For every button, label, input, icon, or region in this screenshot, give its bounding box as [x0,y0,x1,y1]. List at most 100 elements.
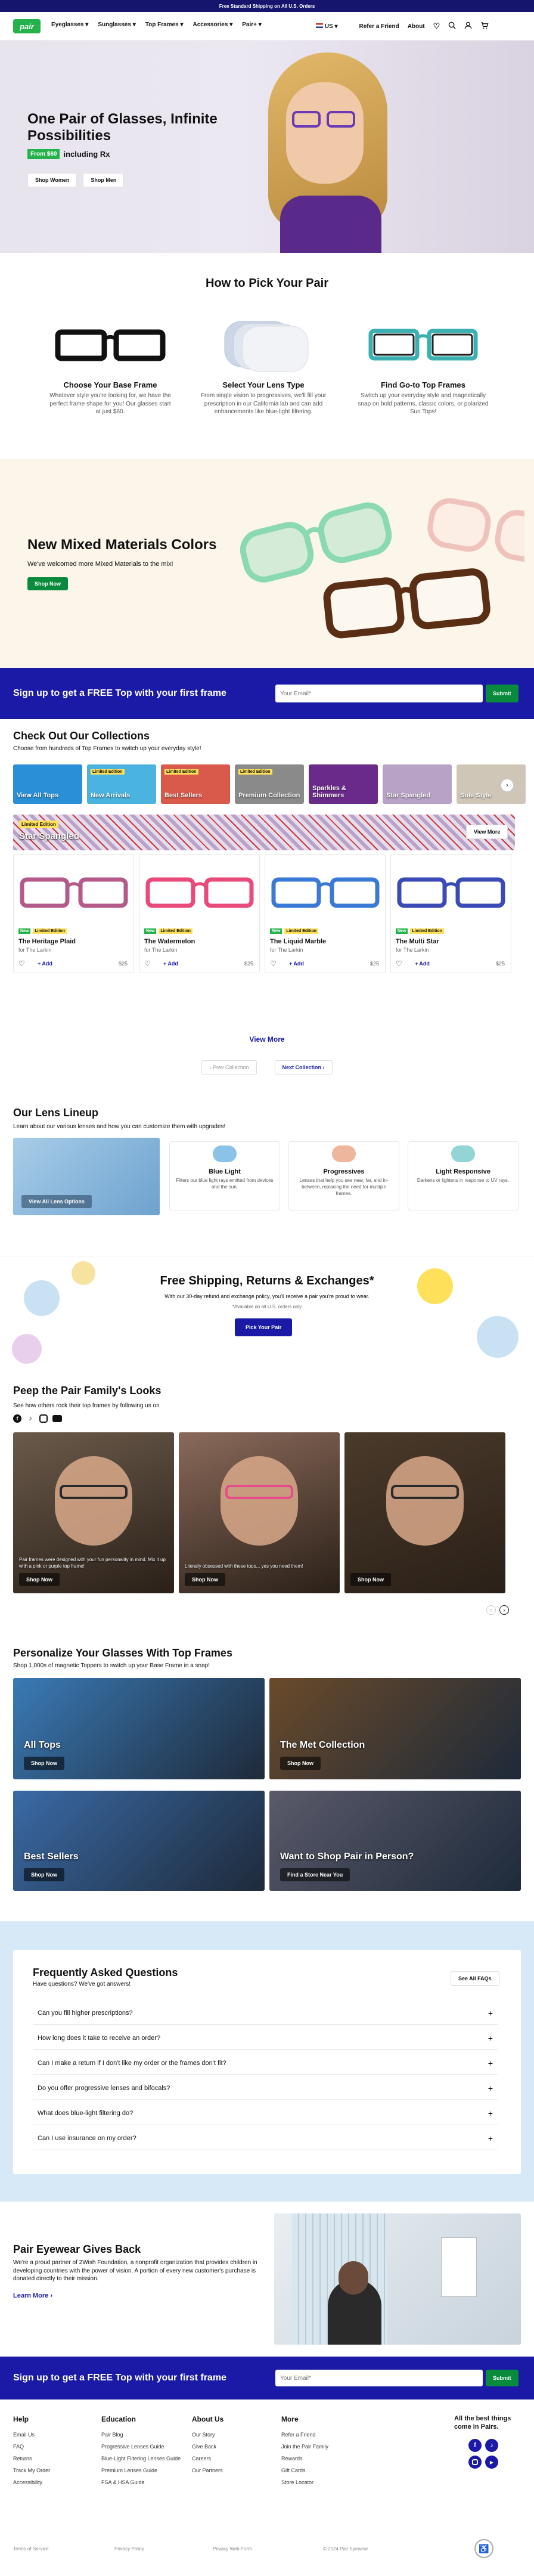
feature-view-more-button[interactable]: View More [466,825,508,839]
add-button[interactable]: + Add [415,961,430,967]
see-all-faqs-button[interactable]: See All FAQs [451,1971,499,1986]
next-collection-button[interactable]: Next Collection › [274,1060,333,1075]
prev-collection-button[interactable]: ‹ Prev Collection [201,1060,257,1075]
footer-link[interactable]: Pair Blog [101,2432,185,2438]
family-prev-arrow[interactable]: ‹ [486,1605,496,1615]
instagram-icon[interactable] [39,1414,48,1423]
collection-tile[interactable]: Sparkles & Shimmers [309,764,378,804]
nav-accessories[interactable]: Accessories ▾ [193,21,232,28]
youtube-icon[interactable] [52,1415,62,1422]
personalize-button[interactable]: Shop Now [280,1757,321,1770]
personalize-button[interactable]: Shop Now [24,1868,64,1881]
footer-link[interactable]: Premium Lenses Guide [101,2467,185,2473]
footer-link[interactable]: Give Back [192,2444,275,2450]
logo[interactable]: pair [13,19,41,33]
pick-your-pair-button[interactable]: Pick Your Pair [235,1318,293,1336]
learn-more-link[interactable]: Learn More › [13,2292,52,2299]
mixed-shop-button[interactable]: Shop Now [27,577,68,590]
heart-icon[interactable]: ♡ [433,21,440,31]
collection-tile[interactable]: Limited Edition Best Sellers [161,764,230,804]
accessibility-icon[interactable]: ♿ [474,2539,493,2558]
product-card[interactable]: New Limited Edition The Liquid Marble for T… [265,854,386,973]
family-card[interactable]: Literally obsessed with these tops... ye… [179,1432,340,1593]
personalize-button[interactable]: Find a Store Near You [280,1868,350,1881]
nav-sunglasses[interactable]: Sunglasses ▾ [98,21,135,28]
family-shop-button[interactable]: Shop Now [350,1573,391,1586]
nav-top-frames[interactable]: Top Frames ▾ [145,21,184,28]
privacy-link[interactable]: Privacy Policy [114,2546,213,2552]
nav-pair-plus[interactable]: Pair+ ▾ [242,21,262,28]
family-card[interactable]: Shop Now [344,1432,505,1593]
lens-card[interactable]: Progressives Lenses that help you see nea… [288,1141,399,1210]
nav-eyeglasses[interactable]: Eyeglasses ▾ [51,21,88,28]
submit-button[interactable]: Submit [486,685,519,702]
footer-link[interactable]: Track My Order [13,2467,97,2473]
collection-tile[interactable]: View All Tops [13,764,82,804]
footer-link[interactable]: Refer a Friend [281,2432,365,2438]
product-card[interactable]: New Limited Edition The Heritage Plaid for … [13,854,134,973]
footer-link[interactable]: Returns [13,2456,97,2462]
footer-link[interactable]: Our Story [192,2432,275,2438]
add-button[interactable]: + Add [38,961,52,967]
heart-icon[interactable]: ♡ [18,959,25,968]
footer-link[interactable]: Store Locator [281,2479,365,2485]
footer-link[interactable]: Join the Pair Family [281,2444,365,2450]
personalize-button[interactable]: Shop Now [24,1757,64,1770]
email-input[interactable] [275,685,483,702]
personalize-tile[interactable]: All Tops Shop Now [13,1678,265,1779]
faq-item[interactable]: Can I use insurance on my order? + [33,2126,498,2150]
view-all-lens-button[interactable]: View All Lens Options [21,1195,92,1208]
personalize-tile[interactable]: Want to Shop Pair in Person? Find a Store… [269,1791,521,1891]
facebook-icon[interactable]: f [468,2439,482,2452]
footer-link[interactable]: Gift Cards [281,2467,365,2473]
faq-item[interactable]: Can I make a return if I don't like my o… [33,2051,498,2075]
add-button[interactable]: + Add [289,961,304,967]
collection-tile[interactable]: Limited Edition Premium Collection [235,764,304,804]
lens-card[interactable]: Blue Light Filters our blue light rays em… [169,1141,280,1210]
footer-link[interactable]: FSA & HSA Guide [101,2479,185,2485]
tiktok-icon[interactable]: ♪ [26,1414,35,1423]
product-card[interactable]: New Limited Edition The Multi Star for The … [390,854,511,973]
family-card[interactable]: Pair frames were designed with your fun … [13,1432,174,1593]
region-selector[interactable]: US ▾ [316,23,338,30]
refer-link[interactable]: Refer a Friend [359,23,399,30]
collection-tile[interactable]: Star Spangled [383,764,452,804]
shop-women-button[interactable]: Shop Women [27,173,77,187]
footer-link[interactable]: Progressive Lenses Guide [101,2444,185,2450]
submit-button[interactable]: Submit [486,2370,519,2386]
faq-item[interactable]: What does blue-light filtering do? + [33,2101,498,2125]
youtube-icon[interactable]: ▶ [485,2456,498,2469]
shop-men-button[interactable]: Shop Men [83,173,125,187]
privacy-form-link[interactable]: Privacy Web Form [213,2546,323,2552]
family-shop-button[interactable]: Shop Now [19,1573,60,1586]
product-card[interactable]: New Limited Edition The Watermelon for The … [139,854,260,973]
collections-view-more[interactable]: View More [0,1035,534,1044]
tiktok-icon[interactable]: ♪ [485,2439,498,2452]
footer-link[interactable]: Our Partners [192,2467,275,2473]
heart-icon[interactable]: ♡ [144,959,151,968]
add-button[interactable]: + Add [163,961,178,967]
faq-item[interactable]: Can you fill higher prescriptions? + [33,2001,498,2025]
footer-link[interactable]: FAQ [13,2444,97,2450]
lens-card[interactable]: Light Responsive Darkens or lightens in r… [408,1141,519,1210]
cart-icon[interactable] [480,21,489,31]
heart-icon[interactable]: ♡ [396,959,402,968]
terms-link[interactable]: Terms of Service [13,2546,114,2552]
faq-item[interactable]: How long does it take to receive an orde… [33,2026,498,2050]
heart-icon[interactable]: ♡ [270,959,277,968]
footer-link[interactable]: Careers [192,2456,275,2462]
collection-tile[interactable]: Sole Style [457,764,526,804]
instagram-icon[interactable] [468,2456,482,2469]
footer-link[interactable]: Rewards [281,2456,365,2462]
family-next-arrow[interactable]: › [499,1605,509,1615]
footer-link[interactable]: Email Us [13,2432,97,2438]
collection-tile[interactable]: Limited Edition New Arrivals [87,764,156,804]
email-input[interactable] [275,2370,483,2386]
footer-link[interactable]: Accessibility [13,2479,97,2485]
facebook-icon[interactable]: f [13,1414,21,1423]
tiles-next-arrow[interactable]: › [501,779,514,792]
account-icon[interactable] [464,21,472,31]
about-link[interactable]: About [408,23,425,30]
family-shop-button[interactable]: Shop Now [185,1573,225,1586]
footer-link[interactable]: Blue-Light Filtering Lenses Guide [101,2456,185,2462]
